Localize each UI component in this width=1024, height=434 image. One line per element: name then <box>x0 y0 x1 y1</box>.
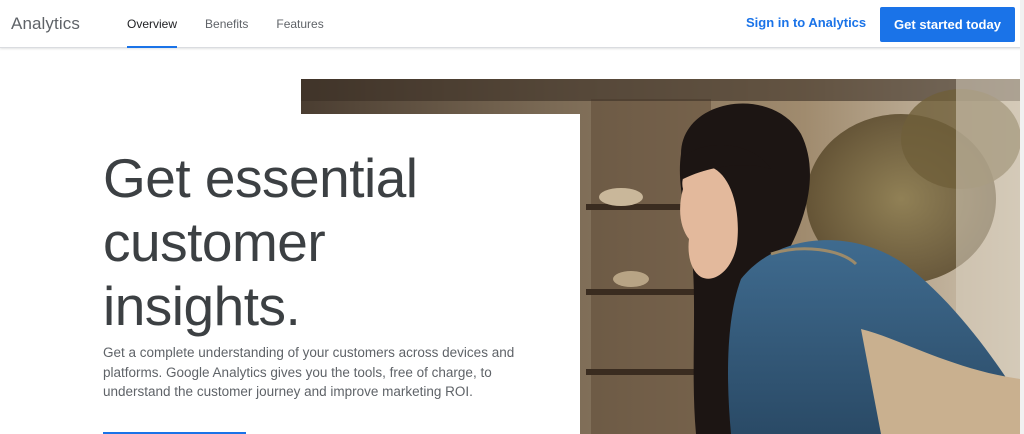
nav-tab-features[interactable]: Features <box>276 0 323 48</box>
hero-title-line-3: insights. <box>103 275 301 337</box>
get-started-button[interactable]: Get started today <box>880 7 1015 42</box>
hero-title: Get essential customer insights. <box>103 146 563 338</box>
nav-tab-benefits[interactable]: Benefits <box>205 0 248 48</box>
main-nav: Overview Benefits Features <box>127 0 352 48</box>
hero-description: Get a complete understanding of your cus… <box>103 345 515 399</box>
analytics-logo[interactable]: Analytics <box>11 14 80 34</box>
page-scrollbar[interactable] <box>1020 0 1024 434</box>
sign-in-link[interactable]: Sign in to Analytics <box>746 15 866 30</box>
hero-title-line-2: customer <box>103 211 326 273</box>
hero-title-line-1: Get essential <box>103 147 418 209</box>
top-navigation-bar: Analytics Overview Benefits Features Sig… <box>0 0 1024 48</box>
nav-tab-overview[interactable]: Overview <box>127 0 178 48</box>
